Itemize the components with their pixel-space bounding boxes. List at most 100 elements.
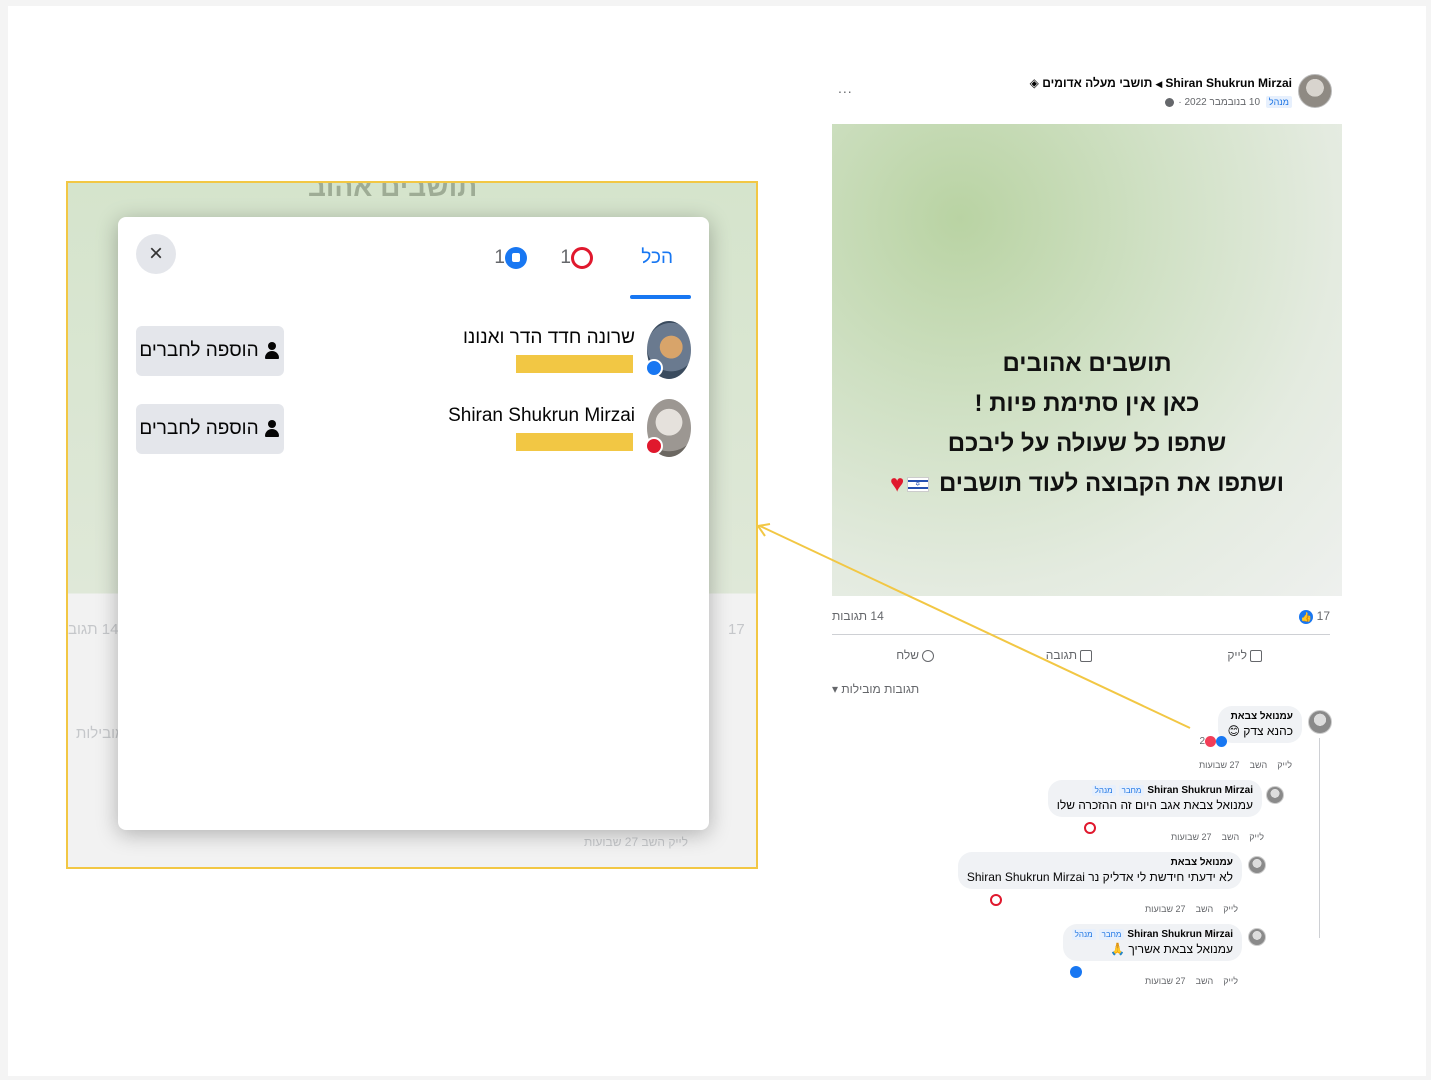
love-reaction-icon[interactable]	[990, 894, 1002, 906]
reaction-count: 17	[1316, 609, 1330, 623]
commenter-name[interactable]: עמנואל צבאת	[1227, 711, 1293, 722]
comment-time[interactable]: 27 שבועות	[1171, 832, 1212, 842]
post-stats: 17 👍 14 תגובות	[832, 606, 1342, 632]
comment-like-link[interactable]: לייק	[1249, 832, 1264, 842]
comment-filter-label: תגובות מובילות	[841, 682, 920, 696]
user-add-icon	[263, 341, 281, 360]
comment-icon	[1080, 649, 1092, 662]
redaction-bar	[516, 433, 633, 451]
group-name[interactable]: תושבי מעלה אדומים	[1042, 76, 1152, 90]
comment-text: כהנא צדק 😊	[1227, 724, 1293, 738]
comment-reactions[interactable]: 2	[1199, 736, 1227, 747]
reaction-tabs: הכל 1 1	[491, 237, 691, 299]
commenter-name[interactable]: Shiran Shukrun Mirzai	[1127, 929, 1233, 940]
post-line-4-text: ושתפו את הקבוצה לעוד תושבים	[938, 470, 1284, 497]
comment-meta: לייק השב 27 שבועות	[1189, 760, 1292, 770]
comment-time[interactable]: 27 שבועות	[1145, 904, 1186, 914]
commenter-avatar[interactable]	[1308, 710, 1332, 734]
reactor-avatar[interactable]	[645, 399, 691, 457]
tab-like-count: 1	[494, 247, 505, 269]
author-name[interactable]: Shiran Shukrun Mirzai	[1165, 76, 1292, 90]
comment-1: עמנואל צבאת כהנא צדק 😊 2 לייק השב 27 שבועו…	[832, 706, 1342, 772]
reactor-row: Shiran Shukrun Mirzai הוספה לחברים	[136, 399, 691, 461]
caret-down-icon: ▾	[832, 682, 839, 696]
comment-text-content: כהנא צדק	[1243, 724, 1293, 738]
comment-count[interactable]: 14 תגובות	[832, 609, 884, 623]
send-button[interactable]: שלח	[896, 648, 934, 662]
redaction-bar	[516, 355, 633, 373]
post-text: תושבים אהובים כאן אין סתימת פיות ! שתפו …	[832, 344, 1342, 505]
tab-love[interactable]: 1	[560, 247, 595, 269]
close-button[interactable]: ×	[136, 234, 176, 274]
love-icon	[571, 247, 593, 269]
commenter-name-line: Shiran Shukrun Mirzaiמחברמנהל	[1057, 785, 1253, 796]
post-line-2: כאן אין סתימת פיות !	[974, 390, 1200, 417]
comment-text: לא ידעתי חידשת לי אדליק נר Shiran Shukru…	[966, 870, 1233, 884]
tab-all[interactable]: הכל	[641, 247, 673, 269]
post-author-line: Shiran Shukrun Mirzai◀תושבי מעלה אדומים …	[1030, 76, 1292, 90]
caret-left-icon: ◀	[1155, 79, 1163, 89]
admin-tag: מנהל	[1091, 785, 1116, 796]
messenger-icon	[922, 649, 934, 662]
tab-like[interactable]: 1	[494, 247, 529, 269]
like-button[interactable]: לייק	[1227, 648, 1262, 662]
post-actions: לייק תגובה שלח	[832, 646, 1342, 668]
love-reaction-icon	[1205, 736, 1216, 747]
comment-text: עמנואל צבאת אגב היום זה ההזכרה שלו	[1056, 798, 1253, 812]
comment-bubble: עמנואל צבאת כהנא צדק 😊	[1218, 706, 1302, 743]
more-options-icon[interactable]: ...	[838, 80, 853, 96]
israel-flag-icon: ✡	[907, 477, 930, 493]
like-reaction-icon: 👍	[1299, 609, 1314, 624]
add-friend-button[interactable]: הוספה לחברים	[136, 404, 284, 454]
comment-time[interactable]: 27 שבועות	[1199, 760, 1240, 770]
comment-reply-link[interactable]: השב	[1196, 904, 1214, 914]
globe-icon	[1164, 97, 1174, 107]
comment-like-link[interactable]: לייק	[1223, 904, 1238, 914]
like-label: לייק	[1227, 648, 1247, 662]
comment-2: Shiran Shukrun Mirzaiמחברמנהל עמנואל צבא…	[832, 780, 1342, 846]
commenter-name[interactable]: עמנואל צבאת	[967, 857, 1233, 868]
active-tab-indicator	[630, 295, 691, 299]
group-icon: ◈	[1029, 76, 1039, 90]
post-date[interactable]: 10 בנובמבר 2022 ·	[1178, 97, 1260, 108]
commenter-avatar[interactable]	[1248, 856, 1266, 874]
author-tag: מחבר	[1118, 785, 1145, 796]
add-friend-button[interactable]: הוספה לחברים	[136, 326, 284, 376]
comment-text: עמנואל צבאת אשריך 🙏	[1110, 942, 1233, 956]
reaction-summary[interactable]: 17 👍	[1299, 609, 1330, 624]
comment-reply-link[interactable]: השב	[1196, 976, 1214, 986]
reactor-name[interactable]: Shiran Shukrun Mirzai	[448, 405, 635, 427]
ghost-comments: 14 תגוב	[68, 621, 119, 638]
ghost-meta: לייק השב 27 שבועות	[584, 835, 689, 849]
comment-reply-link[interactable]: השב	[1250, 760, 1268, 770]
commenter-name[interactable]: Shiran Shukrun Mirzai	[1147, 785, 1253, 796]
heart-icon: ♥	[890, 470, 905, 498]
comment-meta: לייק השב 27 שבועות	[1135, 904, 1238, 914]
comment-button[interactable]: תגובה	[1046, 648, 1092, 662]
commenter-avatar[interactable]	[1266, 786, 1284, 804]
comment-label: תגובה	[1045, 648, 1077, 662]
comment-reply-link[interactable]: השב	[1222, 832, 1240, 842]
like-reaction-icon[interactable]	[1070, 966, 1082, 978]
comment-time[interactable]: 27 שבועות	[1145, 976, 1186, 986]
add-friend-label: הוספה לחברים	[139, 418, 259, 439]
comment-bubble: Shiran Shukrun Mirzaiמחברמנהל עמנואל צבא…	[1047, 780, 1262, 817]
post-header: Shiran Shukrun Mirzai◀תושבי מעלה אדומים …	[832, 66, 1342, 124]
comment-like-link[interactable]: לייק	[1223, 976, 1238, 986]
thumbs-up-icon	[505, 247, 527, 269]
post-image[interactable]: תושבים אהובים כאן אין סתימת פיות ! שתפו …	[832, 124, 1342, 596]
comment-meta: לייק השב 27 שבועות	[1135, 976, 1238, 986]
love-reaction-icon[interactable]	[1084, 822, 1096, 834]
user-add-icon	[263, 419, 281, 438]
reactor-name[interactable]: שרונה חדד הדר ואנונו	[463, 327, 635, 349]
comment-bubble: עמנואל צבאת לא ידעתי חידשת לי אדליק נר S…	[957, 852, 1242, 889]
like-badge-icon	[645, 359, 663, 377]
comment-filter-dropdown[interactable]: תגובות מובילות ▾	[832, 682, 919, 696]
commenter-avatar[interactable]	[1248, 928, 1266, 946]
post-line-1: תושבים אהובים	[1002, 350, 1172, 377]
author-avatar[interactable]	[1298, 74, 1332, 108]
love-badge-icon	[645, 437, 663, 455]
comment-like-link[interactable]: לייק	[1277, 760, 1292, 770]
reactor-avatar[interactable]	[645, 321, 691, 379]
post-line-4: ושתפו את הקבוצה לעוד תושבים ✡ ♥	[832, 464, 1342, 505]
